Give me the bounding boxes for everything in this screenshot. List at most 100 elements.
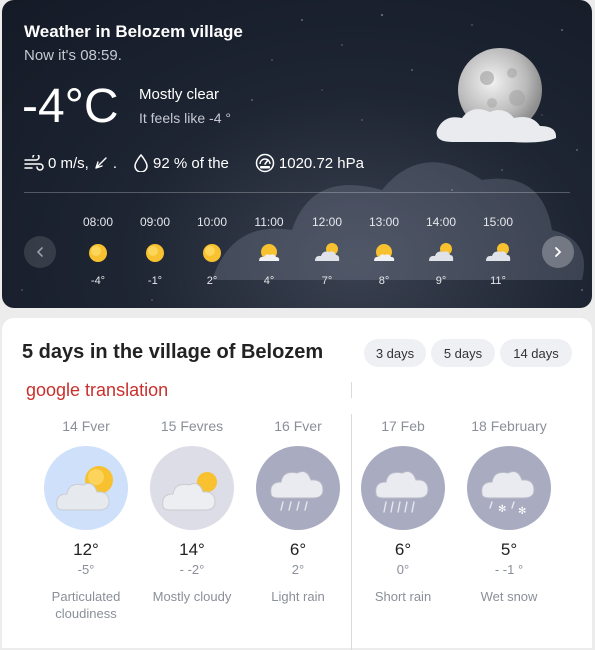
hour-time: 14:00 xyxy=(425,215,457,229)
hourly-item: 12:00 7° xyxy=(307,215,347,287)
hour-temp: 8° xyxy=(378,275,390,287)
hour-temp: 2° xyxy=(206,275,218,287)
hour-time: 12:00 xyxy=(311,215,343,229)
day-condition: Wet snow xyxy=(480,589,538,604)
wind-icon xyxy=(24,155,44,171)
current-weather-card: Weather in Belozem village Now it's 08:5… xyxy=(2,0,592,308)
forecast-day[interactable]: 18 February ✻ ✻ 5° - -1 ° Wet snow xyxy=(454,418,564,605)
forecast-title: 5 days in the village of Belozem xyxy=(22,341,324,363)
sun-behind-cloud-icon xyxy=(486,243,511,261)
day-condition: Short rain xyxy=(374,589,432,604)
current-metrics: 0 m/s, . 92 % of the 1020.72 hPa xyxy=(24,150,380,176)
day-icon-circle xyxy=(150,446,234,530)
light-rain-icon xyxy=(270,471,324,511)
day-icon-circle xyxy=(44,446,128,530)
hourly-item: 13:00 8° xyxy=(364,215,404,287)
sun-behind-cloud-icon xyxy=(315,243,340,261)
page-title: Weather in Belozem village xyxy=(24,22,243,41)
hour-temp: 7° xyxy=(321,275,333,287)
day-date: 14 Fver xyxy=(62,418,110,434)
sun-icon xyxy=(146,244,164,262)
forecast-day[interactable]: 17 Feb 6° 0° Short rain xyxy=(348,418,458,605)
pressure-gauge-icon xyxy=(255,153,275,173)
day-condition: Light rain xyxy=(271,589,325,604)
hour-time: 11:00 xyxy=(254,215,284,229)
day-max-temp: 14° xyxy=(179,540,205,559)
wind-suffix: . xyxy=(112,154,118,172)
current-condition: Mostly clear xyxy=(139,86,220,103)
hourly-item: 11:00 4° xyxy=(249,215,289,287)
hour-temp: 9° xyxy=(435,275,447,287)
day-max-temp: 6° xyxy=(289,540,307,559)
day-max-temp: 5° xyxy=(500,540,518,559)
sun-behind-small-cloud-icon xyxy=(259,244,280,261)
wind-metric: 0 m/s, . xyxy=(24,155,117,172)
hourly-divider xyxy=(24,192,570,193)
hourly-next-button[interactable] xyxy=(542,236,574,268)
current-time: Now it's 08:59. xyxy=(24,47,122,64)
chevron-right-icon xyxy=(555,247,562,257)
forecast-day[interactable]: 14 Fver 12° -5° Particulated cloudiness xyxy=(31,418,141,622)
range-14-days-button[interactable]: 14 days xyxy=(500,339,572,367)
pressure-metric: 1020.72 hPa xyxy=(255,153,364,173)
day-min-temp: - -1 ° xyxy=(494,562,524,577)
day-date: 17 Feb xyxy=(381,418,425,434)
hour-time: 09:00 xyxy=(139,215,171,229)
sun-behind-small-cloud-icon xyxy=(374,244,395,261)
week-separator xyxy=(351,382,352,398)
day-icon-circle xyxy=(361,446,445,530)
humidity-metric: 92 % of the xyxy=(133,154,229,172)
hour-time: 15:00 xyxy=(482,215,514,229)
sun-behind-cloud-icon xyxy=(429,243,454,261)
wind-value: 0 m/s, xyxy=(48,154,89,172)
day-condition: Particulated cloudiness xyxy=(51,589,121,621)
hourly-item: 09:00 -1° xyxy=(135,215,175,287)
hour-time: 13:00 xyxy=(368,215,400,229)
day-condition: Mostly cloudy xyxy=(152,589,232,604)
moon-with-cloud-icon xyxy=(436,48,557,143)
hourly-prev-button[interactable] xyxy=(24,236,56,268)
hour-temp: 11° xyxy=(490,275,506,287)
chevron-left-icon xyxy=(36,247,43,257)
humidity-icon xyxy=(134,154,148,172)
forecast-day[interactable]: 16 Fver 6° 2° Light rain xyxy=(243,418,353,605)
wet-snow-icon: ✻ ✻ xyxy=(481,471,535,517)
hour-time: 10:00 xyxy=(196,215,228,229)
hour-time: 08:00 xyxy=(82,215,114,229)
forecast-day[interactable]: 15 Fevres 14° - -2° Mostly cloudy xyxy=(137,418,247,605)
hour-temp: 4° xyxy=(263,275,275,287)
day-icon-circle xyxy=(256,446,340,530)
day-min-temp: 0° xyxy=(396,562,410,577)
hourly-item: 15:00 11° xyxy=(478,215,518,287)
range-5-days-button[interactable]: 5 days xyxy=(431,339,495,367)
humidity-value: 92 % of the xyxy=(153,154,229,172)
day-min-temp: - -2° xyxy=(179,562,205,577)
day-min-temp: 2° xyxy=(291,562,305,577)
day-min-temp: -5° xyxy=(77,562,95,577)
svg-text:✻: ✻ xyxy=(498,504,506,515)
wind-direction-icon xyxy=(95,157,107,169)
hourly-item: 14:00 9° xyxy=(421,215,461,287)
svg-text:✻: ✻ xyxy=(518,506,526,517)
mostly-cloudy-icon xyxy=(162,472,217,511)
sun-icon xyxy=(89,244,107,262)
translation-note: google translation xyxy=(26,380,169,400)
forecast-card: 5 days in the village of Belozem 3 days … xyxy=(2,318,592,650)
day-date: 18 February xyxy=(471,418,547,434)
feels-like: It feels like -4 ° xyxy=(139,110,231,126)
hour-temp: -4° xyxy=(90,275,106,287)
short-rain-icon xyxy=(375,471,429,513)
hour-temp: -1° xyxy=(147,275,163,287)
day-date: 15 Fevres xyxy=(160,418,224,434)
hourly-item: 10:00 2° xyxy=(192,215,232,287)
day-icon-circle: ✻ ✻ xyxy=(467,446,551,530)
range-3-days-button[interactable]: 3 days xyxy=(364,339,426,367)
day-max-temp: 12° xyxy=(73,540,99,559)
day-max-temp: 6° xyxy=(394,540,412,559)
day-date: 16 Fver xyxy=(274,418,322,434)
partly-cloudy-icon xyxy=(56,466,113,511)
hourly-item: 08:00 -4° xyxy=(78,215,118,287)
current-temperature: -4°C xyxy=(22,80,119,133)
sun-icon xyxy=(203,244,221,262)
pressure-value: 1020.72 hPa xyxy=(278,154,364,172)
